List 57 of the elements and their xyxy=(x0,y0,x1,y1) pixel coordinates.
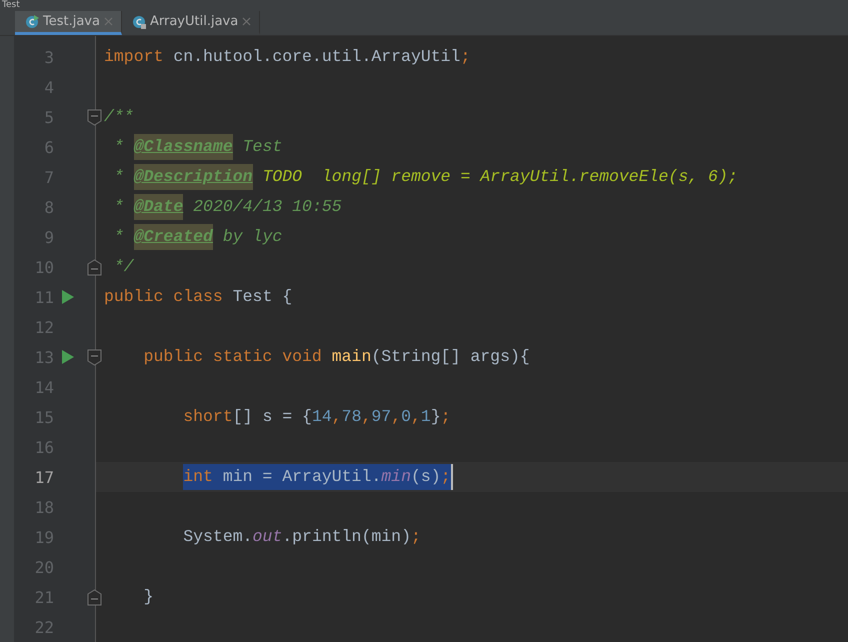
code-token: 0 xyxy=(401,406,412,428)
code-token: short xyxy=(183,406,233,428)
code-token: by lyc xyxy=(222,226,282,248)
code-token: ; xyxy=(460,46,470,68)
code-token: } xyxy=(430,406,441,428)
line-number: 17 xyxy=(34,468,54,486)
code-token: @Created xyxy=(134,224,213,250)
code-token: ; xyxy=(440,406,451,428)
class-icon xyxy=(25,14,39,29)
code-token: */ xyxy=(114,256,134,278)
code-token: 78 xyxy=(342,406,362,428)
editor-tab[interactable]: Test.java xyxy=(15,11,122,35)
code-token: Test { xyxy=(232,286,292,308)
code-token: @Classname xyxy=(134,134,233,160)
code-token: } xyxy=(144,586,154,608)
code-token: (s) xyxy=(410,464,441,490)
code-token: , xyxy=(391,406,402,428)
run-icon[interactable] xyxy=(61,289,75,305)
code-token: (String[] args){ xyxy=(371,346,530,368)
code-token: * xyxy=(114,226,125,248)
code-token: int xyxy=(183,464,223,490)
text-caret xyxy=(450,464,453,490)
code-token: 97 xyxy=(371,406,392,428)
code-token: .println(min) xyxy=(282,526,411,548)
fold-icon[interactable] xyxy=(87,349,102,366)
code-token: /** xyxy=(104,106,134,128)
fold-icon[interactable] xyxy=(87,259,102,276)
code-token: 14 xyxy=(312,406,332,428)
code-token: ; xyxy=(440,464,451,490)
code-token: 1 xyxy=(420,406,431,428)
class-icon xyxy=(132,14,146,29)
code-token: out xyxy=(252,526,282,548)
code-token: min xyxy=(381,464,411,490)
code-token: @Date xyxy=(134,194,184,220)
code-token: [] s = { xyxy=(232,406,312,428)
code-token: main xyxy=(332,346,372,368)
code-token: * xyxy=(114,136,125,158)
code-token: ; xyxy=(410,526,421,548)
run-icon[interactable] xyxy=(61,349,75,365)
code-token: * xyxy=(114,196,125,218)
code-token: public class xyxy=(104,286,224,308)
fold-icon[interactable] xyxy=(87,109,102,126)
code-token: @Description xyxy=(134,164,253,190)
code-token: cn.hutool.core.util.ArrayUtil xyxy=(173,46,460,68)
code-token: * xyxy=(114,166,125,188)
code-token: System. xyxy=(183,526,253,548)
code-token: Test xyxy=(242,136,282,158)
code-token: TODO long[] remove = ArrayUtil.removeEle(s, 6); xyxy=(261,166,738,188)
code-token: 2020/4/13 10:55 xyxy=(192,196,342,218)
window-title: Test xyxy=(2,0,20,10)
code-token: , xyxy=(332,406,342,428)
code-token: public static void xyxy=(144,346,323,368)
code-token: , xyxy=(411,406,421,428)
fold-icon[interactable] xyxy=(87,589,102,606)
code-token: , xyxy=(361,406,372,428)
code-token: min = ArrayUtil. xyxy=(222,464,382,490)
code-token: import xyxy=(104,46,164,68)
